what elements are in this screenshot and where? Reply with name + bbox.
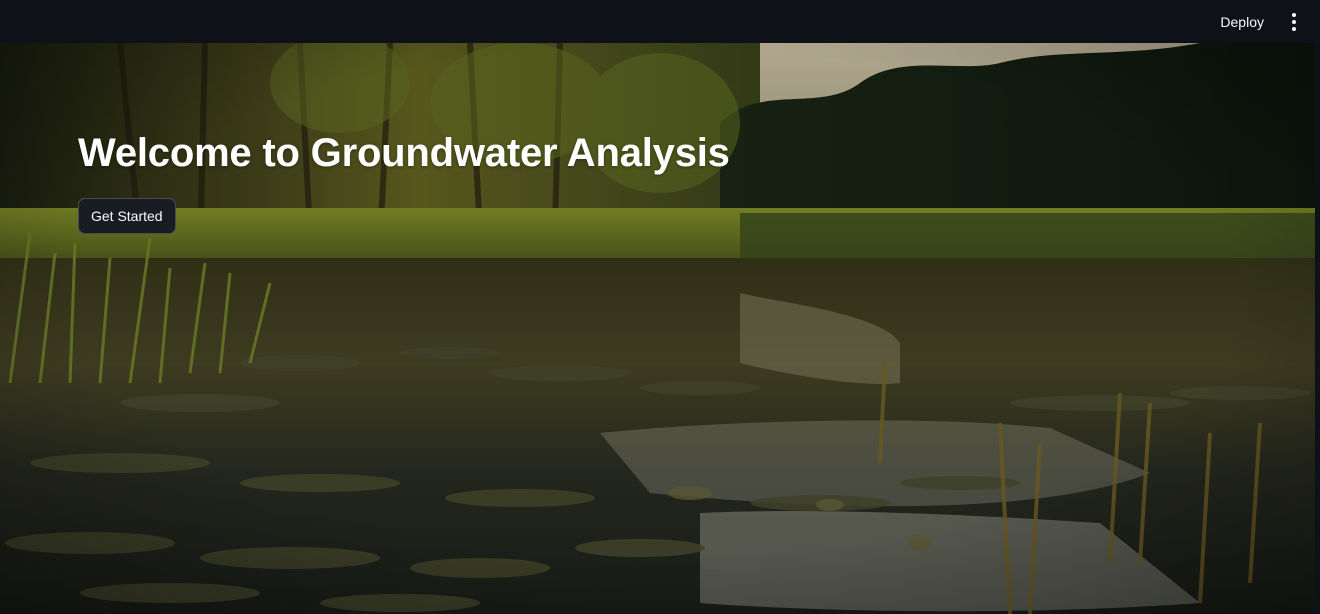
vertical-ellipsis-icon bbox=[1292, 12, 1296, 17]
deploy-button[interactable]: Deploy bbox=[1214, 10, 1270, 34]
get-started-button[interactable]: Get Started bbox=[78, 198, 176, 234]
wetland-background-image bbox=[0, 43, 1315, 614]
main-menu-button[interactable] bbox=[1288, 12, 1300, 32]
scrollbar[interactable] bbox=[1315, 43, 1320, 614]
page-title: Welcome to Groundwater Analysis bbox=[78, 131, 730, 175]
hero-section: Welcome to Groundwater Analysis Get Star… bbox=[0, 43, 1315, 614]
top-toolbar: Deploy bbox=[0, 0, 1320, 43]
